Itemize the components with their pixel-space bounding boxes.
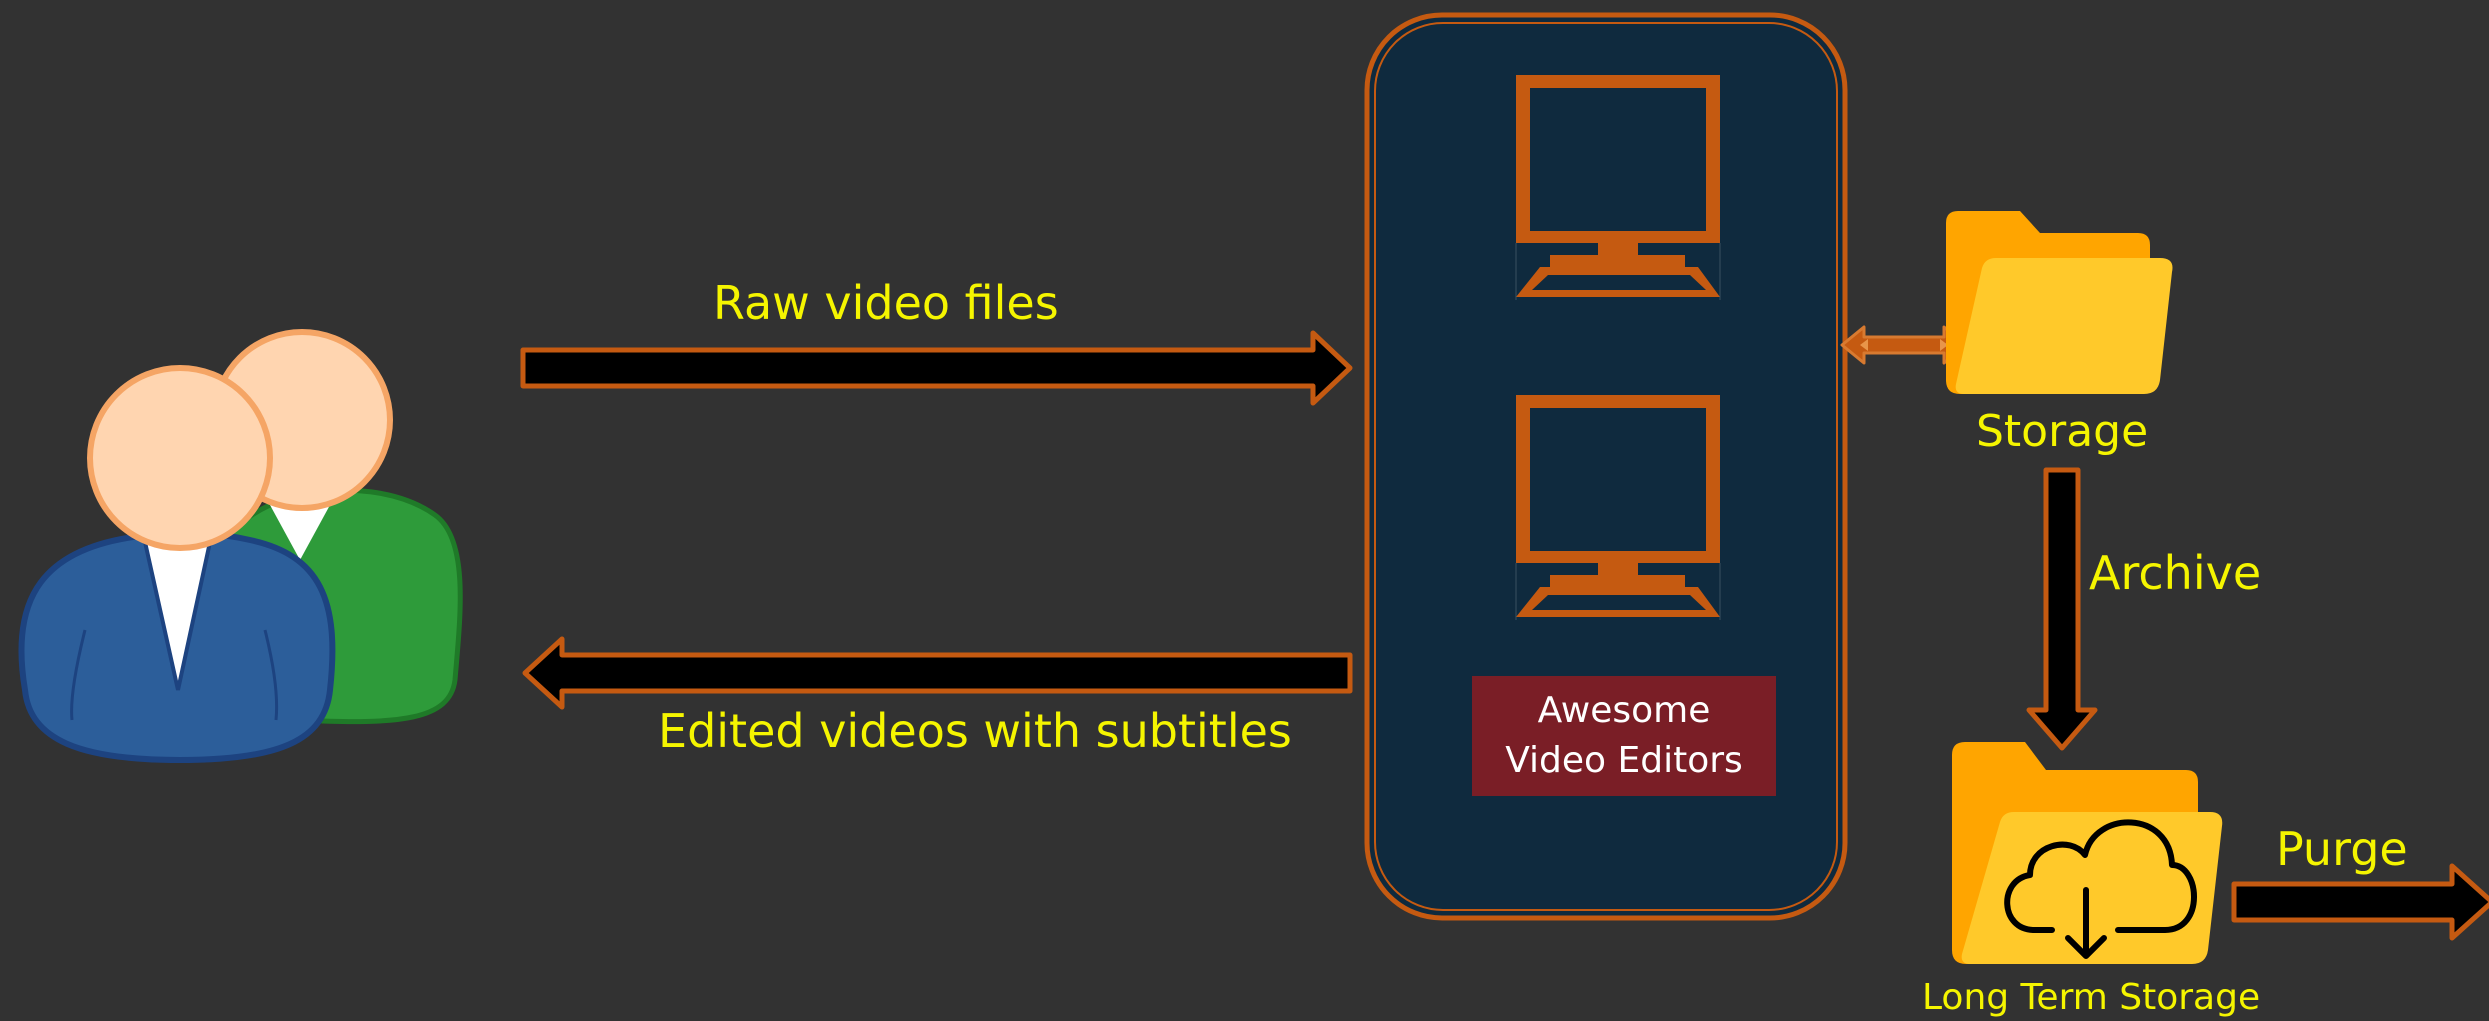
editors-label-line1: Awesome	[1537, 690, 1711, 731]
archive-label: Archive	[2089, 546, 2262, 600]
editors-label-line2: Video Editors	[1505, 740, 1743, 781]
storage-label: Storage	[1976, 406, 2149, 457]
users-icon	[18, 329, 463, 764]
edited-videos-label: Edited videos with subtitles	[658, 704, 1292, 758]
purge-arrow	[2231, 863, 2489, 941]
raw-video-label: Raw video files	[713, 276, 1059, 330]
workflow-diagram	[18, 12, 2489, 964]
edited-videos-arrow	[522, 636, 1353, 710]
raw-video-arrow	[520, 330, 1353, 406]
folder-icon	[1946, 211, 2173, 394]
editors-label: Awesome Video Editors	[1472, 676, 1776, 796]
purge-label: Purge	[2276, 822, 2408, 876]
archive-arrow	[2026, 467, 2098, 751]
long-term-storage-label: Long Term Storage	[1922, 977, 2261, 1018]
